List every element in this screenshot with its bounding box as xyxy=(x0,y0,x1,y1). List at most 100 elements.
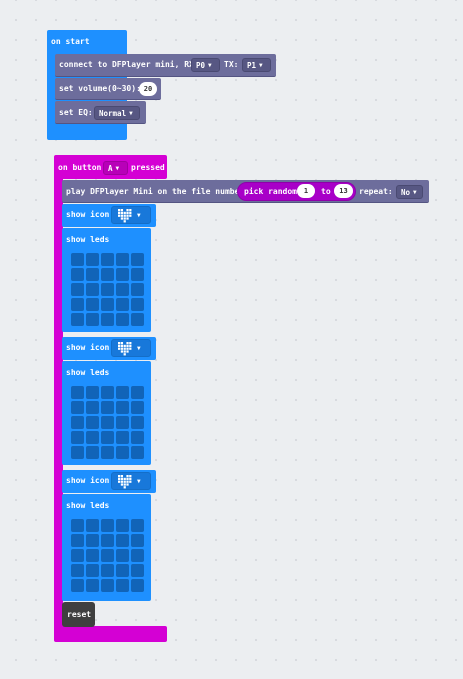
repeat-label: repeat: xyxy=(359,187,393,196)
led-cell[interactable] xyxy=(101,416,114,429)
led-cell[interactable] xyxy=(71,519,84,532)
led-cell[interactable] xyxy=(86,446,99,459)
led-cell[interactable] xyxy=(86,519,99,532)
chevron-down-icon: ▼ xyxy=(413,189,417,196)
led-cell[interactable] xyxy=(86,564,99,577)
led-cell[interactable] xyxy=(131,386,144,399)
led-cell[interactable] xyxy=(71,416,84,429)
led-cell[interactable] xyxy=(71,253,84,266)
eq-dropdown[interactable]: Normal ▼ xyxy=(94,106,140,120)
led-cell[interactable] xyxy=(86,313,99,326)
led-cell[interactable] xyxy=(131,268,144,281)
led-cell[interactable] xyxy=(101,401,114,414)
led-cell[interactable] xyxy=(101,519,114,532)
led-cell[interactable] xyxy=(86,416,99,429)
led-cell[interactable] xyxy=(101,283,114,296)
led-cell[interactable] xyxy=(116,268,129,281)
led-cell[interactable] xyxy=(116,579,129,592)
led-cell[interactable] xyxy=(116,401,129,414)
led-cell[interactable] xyxy=(86,534,99,547)
led-cell[interactable] xyxy=(86,431,99,444)
repeat-dropdown[interactable]: No ▼ xyxy=(396,185,423,199)
led-cell[interactable] xyxy=(116,298,129,311)
led-cell[interactable] xyxy=(101,268,114,281)
led-cell[interactable] xyxy=(71,579,84,592)
led-cell[interactable] xyxy=(116,283,129,296)
led-cell[interactable] xyxy=(131,534,144,547)
led-cell[interactable] xyxy=(131,519,144,532)
pick-random-label: pick random xyxy=(244,187,297,196)
led-cell[interactable] xyxy=(131,253,144,266)
led-cell[interactable] xyxy=(116,431,129,444)
led-cell[interactable] xyxy=(86,401,99,414)
led-cell[interactable] xyxy=(71,298,84,311)
led-grid[interactable] xyxy=(71,519,144,592)
led-cell[interactable] xyxy=(131,549,144,562)
led-cell[interactable] xyxy=(116,519,129,532)
led-cell[interactable] xyxy=(116,564,129,577)
led-cell[interactable] xyxy=(101,313,114,326)
led-cell[interactable] xyxy=(116,313,129,326)
led-cell[interactable] xyxy=(116,446,129,459)
random-from-input[interactable]: 1 xyxy=(297,184,315,198)
led-cell[interactable] xyxy=(131,298,144,311)
connect-dfplayer-label: connect to DFPlayer mini, RX: xyxy=(59,60,199,69)
led-cell[interactable] xyxy=(101,564,114,577)
led-cell[interactable] xyxy=(131,431,144,444)
led-cell[interactable] xyxy=(101,431,114,444)
show-icon-label: show icon xyxy=(66,210,110,219)
led-cell[interactable] xyxy=(86,579,99,592)
led-grid[interactable] xyxy=(71,253,144,326)
led-cell[interactable] xyxy=(131,313,144,326)
on-button-label: on button xyxy=(58,163,102,172)
led-cell[interactable] xyxy=(71,401,84,414)
led-cell[interactable] xyxy=(86,283,99,296)
led-cell[interactable] xyxy=(86,298,99,311)
chevron-down-icon: ▼ xyxy=(137,345,141,352)
led-cell[interactable] xyxy=(101,386,114,399)
led-cell[interactable] xyxy=(131,446,144,459)
led-cell[interactable] xyxy=(101,534,114,547)
led-cell[interactable] xyxy=(131,564,144,577)
led-cell[interactable] xyxy=(101,549,114,562)
led-cell[interactable] xyxy=(71,549,84,562)
pressed-label: pressed xyxy=(131,163,165,172)
led-cell[interactable] xyxy=(86,549,99,562)
led-cell[interactable] xyxy=(71,534,84,547)
led-cell[interactable] xyxy=(131,579,144,592)
play-dfplayer-label: play DFPlayer Mini on the file number: xyxy=(66,187,250,196)
rx-pin-dropdown[interactable]: P0 ▼ xyxy=(191,58,220,72)
led-cell[interactable] xyxy=(116,253,129,266)
led-cell[interactable] xyxy=(131,416,144,429)
led-cell[interactable] xyxy=(116,549,129,562)
led-cell[interactable] xyxy=(86,386,99,399)
led-cell[interactable] xyxy=(86,268,99,281)
led-cell[interactable] xyxy=(71,564,84,577)
led-cell[interactable] xyxy=(71,283,84,296)
on-start-label: on start xyxy=(51,37,90,46)
tx-pin-dropdown[interactable]: P1 ▼ xyxy=(242,58,271,72)
led-cell[interactable] xyxy=(71,446,84,459)
led-cell[interactable] xyxy=(116,534,129,547)
random-to-input[interactable]: 13 xyxy=(334,184,353,198)
icon-dropdown[interactable]: ▼ xyxy=(111,472,151,490)
led-cell[interactable] xyxy=(131,283,144,296)
icon-dropdown[interactable]: ▼ xyxy=(111,339,151,357)
led-cell[interactable] xyxy=(71,431,84,444)
on-button-footer xyxy=(54,626,167,642)
led-cell[interactable] xyxy=(101,446,114,459)
led-cell[interactable] xyxy=(131,401,144,414)
led-cell[interactable] xyxy=(86,253,99,266)
led-cell[interactable] xyxy=(71,313,84,326)
led-cell[interactable] xyxy=(116,386,129,399)
led-cell[interactable] xyxy=(71,386,84,399)
led-cell[interactable] xyxy=(116,416,129,429)
led-cell[interactable] xyxy=(101,298,114,311)
led-cell[interactable] xyxy=(71,268,84,281)
icon-dropdown[interactable]: ▼ xyxy=(111,206,151,224)
led-cell[interactable] xyxy=(101,579,114,592)
button-dropdown[interactable]: A ▼ xyxy=(103,161,128,175)
led-grid[interactable] xyxy=(71,386,144,459)
volume-input[interactable]: 20 xyxy=(139,82,157,96)
led-cell[interactable] xyxy=(101,253,114,266)
